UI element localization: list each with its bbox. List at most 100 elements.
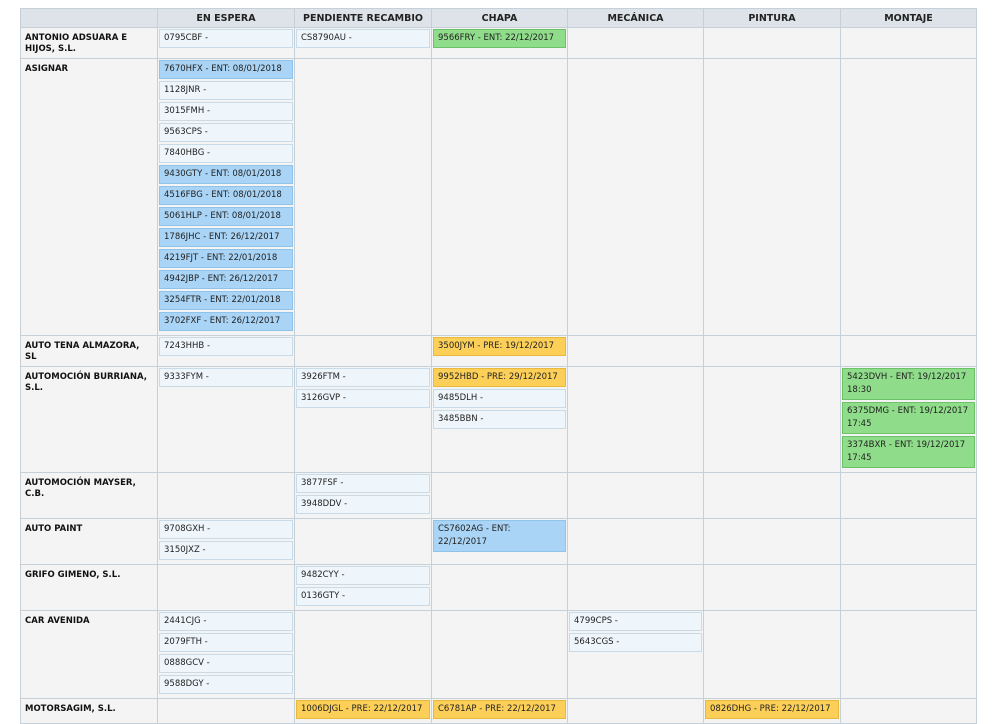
vehicle-card[interactable]: 3500JYM - PRE: 19/12/2017 [433,337,566,356]
empty-slot [705,368,839,385]
vehicle-card[interactable]: 9563CPS - [159,123,293,142]
vehicle-card[interactable]: 7840HBG - [159,144,293,163]
empty-slot [569,520,702,537]
column-header-pendiente-recambio: PENDIENTE RECAMBIO [294,8,432,28]
stage-cell-montaje [840,58,977,336]
vehicle-card[interactable]: 0826DHG - PRE: 22/12/2017 [705,700,839,719]
vehicle-list: 9566FRY - ENT: 22/12/2017 [432,28,567,52]
table-row: GRIFO GIMENO, S.L. 9482CYY - 0136GTY - [20,564,977,611]
vehicle-card[interactable]: 3485BBN - [433,410,566,429]
vehicle-card[interactable]: 0888GCV - [159,654,293,673]
column-header-chapa: CHAPA [431,8,568,28]
vehicle-card[interactable]: CS8790AU - [296,29,430,48]
vehicle-card[interactable]: 9708GXH - [159,520,293,539]
vehicle-list: 3926FTM - 3126GVP - [295,367,431,412]
stage-cell-en-espera: 9333FYM - [157,366,295,473]
vehicle-card[interactable]: 6375DMG - ENT: 19/12/2017 17:45 [842,402,975,434]
vehicle-card[interactable]: 4799CPS - [569,612,702,631]
vehicle-card[interactable]: 4516FBG - ENT: 08/01/2018 [159,186,293,205]
vehicle-card[interactable]: C6781AP - PRE: 22/12/2017 [433,700,566,719]
stage-cell-mecanica: 4799CPS - 5643CGS - [567,610,704,699]
vehicle-card[interactable]: 1786JHC - ENT: 26/12/2017 [159,228,293,247]
client-name: CAR AVENIDA [20,610,158,699]
vehicle-card[interactable]: 9485DLH - [433,389,566,408]
vehicle-list [568,59,703,79]
vehicle-list: 9708GXH - 3150JXZ - [158,519,294,564]
stage-cell-montaje [840,564,977,611]
vehicle-list [704,473,840,493]
client-name: GRIFO GIMENO, S.L. [20,564,158,611]
empty-slot [569,60,702,77]
vehicle-list: CS7602AG - ENT: 22/12/2017 [432,519,567,556]
vehicle-card[interactable]: 9333FYM - [159,368,293,387]
stage-cell-pendiente-recambio [294,610,432,699]
stage-cell-pendiente-recambio [294,58,432,336]
table-row: MOTORSAGIM, S.L. 1006DJGL - PRE: 22/12/20… [20,698,977,724]
table-row: AUTOMOCIÓN BURRIANA, S.L. 9333FYM -3926FT… [20,366,977,473]
vehicle-card[interactable]: 9566FRY - ENT: 22/12/2017 [433,29,566,48]
vehicle-list [841,28,976,48]
empty-slot [842,29,975,46]
vehicle-list [841,519,976,539]
empty-slot [705,612,839,629]
client-name: MOTORSAGIM, S.L. [20,698,158,724]
vehicle-card[interactable]: 5643CGS - [569,633,702,652]
vehicle-card[interactable]: 1006DJGL - PRE: 22/12/2017 [296,700,430,719]
stage-cell-chapa [431,564,568,611]
stage-cell-montaje [840,472,977,519]
vehicle-list [841,336,976,356]
vehicle-list [704,336,840,356]
vehicle-list [158,473,294,493]
vehicle-card[interactable]: 3254FTR - ENT: 22/01/2018 [159,291,293,310]
vehicle-card[interactable]: 3702FXF - ENT: 26/12/2017 [159,312,293,331]
stage-cell-pendiente-recambio [294,335,432,367]
vehicle-card[interactable]: 3150JXZ - [159,541,293,560]
vehicle-card[interactable]: 3015FMH - [159,102,293,121]
vehicle-card[interactable]: 5423DVH - ENT: 19/12/2017 18:30 [842,368,975,400]
vehicle-card[interactable]: 7670HFX - ENT: 08/01/2018 [159,60,293,79]
vehicle-list [841,473,976,493]
vehicle-card[interactable]: 1128JNR - [159,81,293,100]
vehicle-list [704,59,840,79]
vehicle-list [158,565,294,585]
vehicle-card[interactable]: CS7602AG - ENT: 22/12/2017 [433,520,566,552]
vehicle-card[interactable]: 0136GTY - [296,587,430,606]
vehicle-card[interactable]: 2079FTH - [159,633,293,652]
stage-cell-chapa: C6781AP - PRE: 22/12/2017 [431,698,568,724]
column-header-mecanica: MECÁNICA [567,8,704,28]
vehicle-card[interactable]: 9482CYY - [296,566,430,585]
vehicle-list: 2441CJG - 2079FTH - 0888GCV - 9588DGY - [158,611,294,698]
vehicle-card[interactable]: 7243HHB - [159,337,293,356]
empty-slot [296,337,430,354]
empty-slot [569,566,702,583]
vehicle-list [295,519,431,539]
vehicle-card[interactable]: 9588DGY - [159,675,293,694]
vehicle-card[interactable]: 3948DDV - [296,495,430,514]
vehicle-card[interactable]: 9430GTY - ENT: 08/01/2018 [159,165,293,184]
stage-cell-mecanica [567,472,704,519]
table-row: ASIGNAR 7670HFX - ENT: 08/01/2018 1128JNR … [20,58,977,336]
vehicle-list [295,611,431,631]
vehicle-card[interactable]: 3374BXR - ENT: 19/12/2017 17:45 [842,436,975,468]
empty-slot [296,60,430,77]
vehicle-card[interactable]: 4219FJT - ENT: 22/01/2018 [159,249,293,268]
empty-slot [159,566,293,583]
vehicle-card[interactable]: 3877FSF - [296,474,430,493]
vehicle-card[interactable]: 5061HLP - ENT: 08/01/2018 [159,207,293,226]
vehicle-card[interactable]: 4942JBP - ENT: 26/12/2017 [159,270,293,289]
vehicle-card[interactable]: 3126GVP - [296,389,430,408]
stage-cell-pendiente-recambio [294,518,432,565]
stage-cell-pintura [703,472,841,519]
vehicle-card[interactable]: 9952HBD - PRE: 29/12/2017 [433,368,566,387]
vehicle-list: 9333FYM - [158,367,294,391]
vehicle-card[interactable]: 2441CJG - [159,612,293,631]
vehicle-card[interactable]: 0795CBF - [159,29,293,48]
vehicle-list: C6781AP - PRE: 22/12/2017 [432,699,567,723]
client-name: AUTOMOCIÓN BURRIANA, S.L. [20,366,158,473]
vehicle-card[interactable]: 3926FTM - [296,368,430,387]
vehicle-list [841,611,976,631]
vehicle-list [841,59,976,79]
vehicle-list [568,336,703,356]
vehicle-list: 7670HFX - ENT: 08/01/2018 1128JNR - 3015FM… [158,59,294,335]
stage-cell-pendiente-recambio: CS8790AU - [294,27,432,59]
